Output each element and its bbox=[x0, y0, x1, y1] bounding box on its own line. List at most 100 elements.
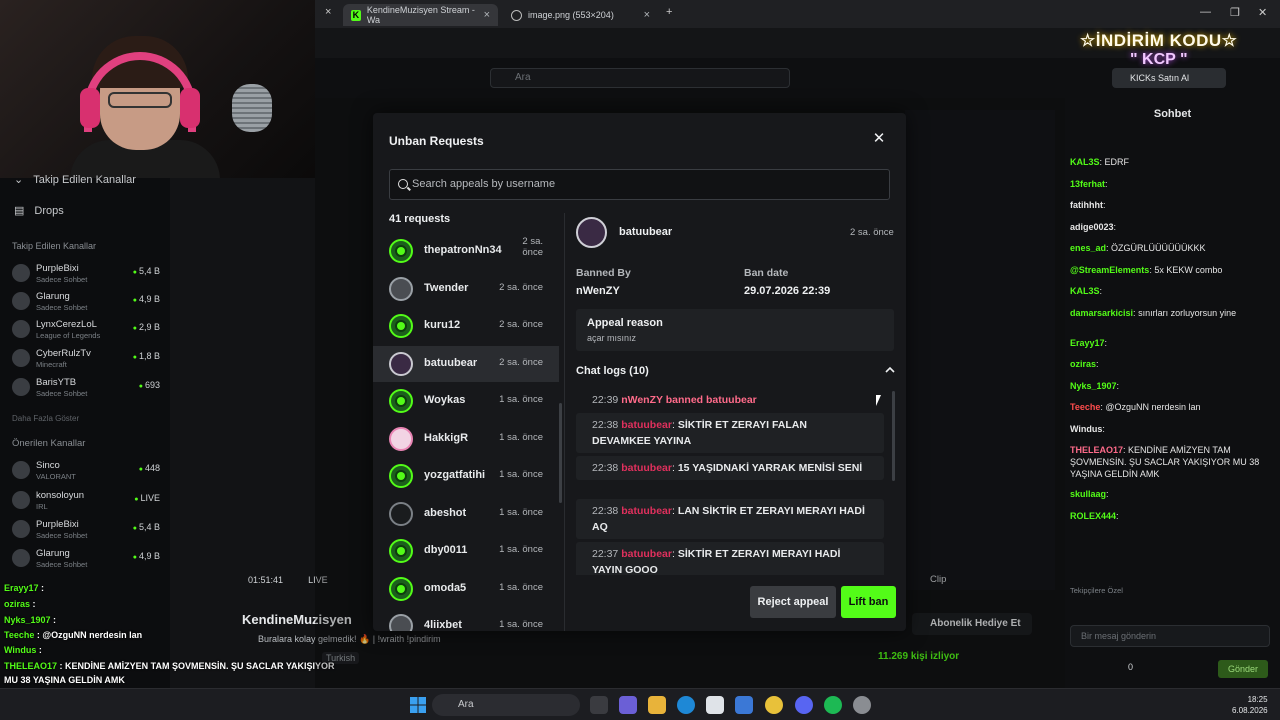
chat-username[interactable]: Nyks_1907 bbox=[1070, 381, 1117, 391]
chrome-icon[interactable] bbox=[765, 696, 783, 714]
overlay-username: Windus bbox=[4, 645, 37, 655]
lift-ban-button[interactable]: Lift ban bbox=[841, 586, 896, 618]
send-button[interactable]: Gönder bbox=[1218, 660, 1268, 678]
sidebar-channel[interactable]: Sinco VALORANT 448 bbox=[12, 458, 162, 484]
taskbar-search[interactable]: Ara bbox=[432, 694, 580, 716]
chevron-down-icon: ⌄ bbox=[14, 174, 24, 186]
chat-log-entry: 22:37 batuubear: SİKTİR ET ZERAYI MERAYI… bbox=[576, 542, 884, 575]
avatar bbox=[389, 389, 413, 413]
overlay-chat-line: Nyks_1907 : bbox=[4, 615, 57, 625]
appeal-request-row[interactable]: thepatronNn34 2 sa. önce bbox=[373, 233, 559, 269]
chat-username[interactable]: @StreamElements bbox=[1070, 265, 1149, 275]
chevron-up-icon[interactable] bbox=[885, 365, 895, 375]
request-list: thepatronNn34 2 sa. önce Twender 2 sa. önce… bbox=[373, 231, 559, 631]
spotify-icon[interactable] bbox=[824, 696, 842, 714]
appeal-request-row[interactable]: dby0011 1 sa. önce bbox=[373, 533, 559, 569]
avatar bbox=[12, 264, 30, 282]
windows-start-icon[interactable] bbox=[410, 697, 426, 713]
close-tab-icon[interactable]: × bbox=[484, 9, 490, 21]
chat-username[interactable]: KAL3S bbox=[1070, 286, 1100, 296]
overlay-username: Erayy17 bbox=[4, 583, 39, 593]
request-username: abeshot bbox=[424, 506, 467, 519]
request-username: Twender bbox=[424, 281, 469, 294]
divider bbox=[564, 213, 565, 631]
chat-username[interactable]: adige0023 bbox=[1070, 222, 1114, 232]
chat-logs-scrollbar[interactable] bbox=[892, 391, 895, 481]
maximize-icon[interactable]: ❐ bbox=[1230, 6, 1240, 19]
overlay-username: THELEAO17 bbox=[4, 661, 58, 671]
close-window-icon[interactable]: ✕ bbox=[1258, 6, 1267, 19]
avatar-face bbox=[397, 247, 405, 255]
browser-tab-image[interactable]: image.png (553×204) × bbox=[503, 4, 658, 26]
chat-username[interactable]: Teeche bbox=[1070, 402, 1100, 412]
clock[interactable]: 18:25 6.08.2026 bbox=[1232, 694, 1268, 716]
browser-tab-kick[interactable]: K KendineMuzisyen Stream - Wa × bbox=[343, 4, 498, 26]
chat-username[interactable]: oziras bbox=[1070, 359, 1096, 369]
chat-username[interactable]: fatihhht bbox=[1070, 200, 1103, 210]
reject-appeal-button[interactable]: Reject appeal bbox=[750, 586, 836, 618]
chat-username[interactable]: THELEAO17 bbox=[1070, 445, 1123, 455]
close-icon[interactable]: ✕ bbox=[871, 131, 887, 147]
request-list-scrollbar[interactable] bbox=[559, 403, 562, 503]
chat-username[interactable]: enes_ad bbox=[1070, 243, 1106, 253]
appeals-search-input[interactable]: Search appeals by username bbox=[389, 169, 890, 200]
chat-username[interactable]: ROLEX444 bbox=[1070, 511, 1116, 521]
appeal-request-row[interactable]: omoda5 1 sa. önce bbox=[373, 571, 559, 607]
appeal-request-row[interactable]: yozgatfatihi 1 sa. önce bbox=[373, 458, 559, 494]
mail-icon[interactable] bbox=[735, 696, 753, 714]
discord-icon[interactable] bbox=[795, 696, 813, 714]
task-view-icon[interactable] bbox=[590, 696, 608, 714]
search-icon bbox=[398, 179, 408, 189]
log-message: 15 YAŞIDNAKİ YARRAK MENİSİ SENİ bbox=[677, 462, 863, 474]
sidebar-channel[interactable]: PurpleBixi Sadece Sohbet 5,4 B bbox=[12, 261, 162, 287]
recommended-header: Önerilen Kanallar bbox=[12, 438, 86, 449]
request-time: 2 sa. önce bbox=[522, 236, 543, 258]
sidebar-item-followed[interactable]: ⌄ Takip Edilen Kanallar bbox=[14, 173, 136, 187]
sidebar-channel[interactable]: Glarung Sadece Sohbet 4,9 B bbox=[12, 289, 162, 315]
sidebar-channel[interactable]: PurpleBixi Sadece Sohbet 5,4 B bbox=[12, 517, 162, 543]
chat-username[interactable]: 13ferhat bbox=[1070, 179, 1105, 189]
avatar bbox=[389, 239, 413, 263]
chat-input[interactable]: Bir mesaj gönderin bbox=[1070, 625, 1270, 647]
copilot-icon[interactable] bbox=[619, 696, 637, 714]
chat-username[interactable]: Erayy17 bbox=[1070, 338, 1105, 348]
settings-icon[interactable] bbox=[853, 696, 871, 714]
overlay-username: oziras bbox=[4, 599, 31, 609]
chat-username[interactable]: Windus bbox=[1070, 424, 1102, 434]
close-tab-icon[interactable]: × bbox=[325, 6, 331, 18]
close-tab-icon[interactable]: × bbox=[644, 9, 650, 21]
request-time: 1 sa. önce bbox=[499, 469, 543, 480]
buy-kicks-button[interactable]: KICKs Satın Al bbox=[1112, 68, 1226, 88]
log-time: 22:39 bbox=[592, 394, 619, 406]
appeal-reason-label: Appeal reason bbox=[587, 317, 663, 329]
appeal-request-row[interactable]: batuubear 2 sa. önce bbox=[373, 345, 559, 382]
sidebar-item-drops[interactable]: ▤ Drops bbox=[14, 204, 64, 218]
chat-panel: Sohbet KAL3S: EDRF 13ferhat: fatihhht: ad… bbox=[1065, 98, 1280, 688]
appeal-request-row[interactable]: Twender 2 sa. önce bbox=[373, 271, 559, 307]
appeal-request-row[interactable]: Woykas 1 sa. önce bbox=[373, 383, 559, 419]
chat-username[interactable]: KAL3S bbox=[1070, 157, 1100, 167]
minimize-icon[interactable]: — bbox=[1200, 6, 1211, 18]
new-tab-icon[interactable]: + bbox=[666, 6, 672, 18]
show-more-link[interactable]: Daha Fazla Göster bbox=[12, 414, 79, 423]
sidebar-channel[interactable]: CyberRulzTv Minecraft 1,8 B bbox=[12, 346, 162, 372]
appeal-request-row[interactable]: kuru12 2 sa. önce bbox=[373, 308, 559, 344]
chat-logs-header[interactable]: Chat logs (10) bbox=[576, 365, 649, 377]
store-icon[interactable] bbox=[706, 696, 724, 714]
file-explorer-icon[interactable] bbox=[648, 696, 666, 714]
chat-username[interactable]: skullaag bbox=[1070, 489, 1106, 499]
sidebar-channel[interactable]: LynxCerezLoL League of Legends 2,9 B bbox=[12, 317, 162, 343]
appeal-request-row[interactable]: 4liixbet 1 sa. önce bbox=[373, 608, 559, 631]
avatar bbox=[12, 378, 30, 396]
chat-text: EDRF bbox=[1104, 157, 1130, 167]
sidebar-channel[interactable]: BarisYTB Sadece Sohbet 693 bbox=[12, 375, 162, 401]
appeal-request-row[interactable]: abeshot 1 sa. önce bbox=[373, 496, 559, 532]
chat-username[interactable]: damarsarkicisi bbox=[1070, 308, 1133, 318]
viewer-count: 5,4 B bbox=[133, 522, 160, 532]
sidebar-channel[interactable]: konsoloyun IRL LIVE bbox=[12, 488, 162, 514]
sidebar-channel[interactable]: Glarung Sadece Sohbet 4,9 B bbox=[12, 546, 162, 572]
edge-icon[interactable] bbox=[677, 696, 695, 714]
kick-search-input[interactable]: Ara bbox=[490, 68, 790, 88]
appeal-request-row[interactable]: HakkigR 1 sa. önce bbox=[373, 421, 559, 457]
taskbar: Ara 18:25 6.08.2026 bbox=[0, 688, 1280, 720]
